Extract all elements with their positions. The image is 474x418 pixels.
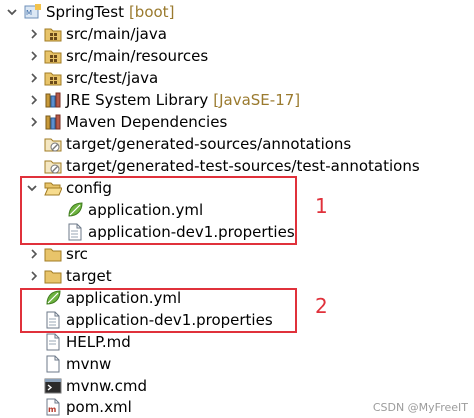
chevron-right-icon [31, 73, 38, 83]
project-node[interactable]: M SpringTest [boot] [24, 1, 174, 23]
annotation-box-2 [20, 288, 297, 333]
expand-toggle[interactable] [27, 27, 41, 41]
chevron-right-icon [31, 117, 38, 127]
library-icon [44, 113, 62, 131]
library-icon [44, 91, 62, 109]
chevron-right-icon [31, 95, 38, 105]
chevron-right-icon [31, 249, 38, 259]
tree-item-generated-test-sources[interactable]: target/generated-test-sources/test-annot… [44, 155, 420, 177]
chevron-right-icon [31, 51, 38, 61]
tree-item-maven-deps[interactable]: Maven Dependencies [44, 111, 227, 133]
tree-item-label: src/main/java [66, 25, 167, 43]
tree-item-src-main-resources[interactable]: src/main/resources [44, 45, 208, 67]
annotation-number-2: 2 [315, 294, 328, 318]
project-name: SpringTest [46, 3, 124, 21]
annotation-number-1: 1 [315, 194, 328, 218]
chevron-down-icon [7, 9, 17, 16]
annotation-box-1 [20, 176, 297, 245]
source-folder-icon [44, 25, 62, 43]
maven-pom-icon: m [44, 398, 62, 416]
file-icon [44, 355, 62, 373]
tree-item-label: target/generated-test-sources/test-annot… [66, 157, 420, 175]
tree-item-label: Maven Dependencies [66, 113, 228, 131]
markdown-file-icon [44, 333, 62, 351]
expand-toggle[interactable] [27, 247, 41, 261]
tree-item-label: target/generated-sources/annotations [66, 135, 352, 153]
tree-item-label: mvnw.cmd [66, 377, 148, 395]
chevron-right-icon [31, 271, 38, 281]
source-folder-icon [44, 47, 62, 65]
tree-item-label: src/test/java [66, 69, 159, 87]
expand-toggle[interactable] [27, 269, 41, 283]
tree-item-help-md[interactable]: HELP.md [44, 331, 131, 353]
tree-item-mvnw[interactable]: mvnw [44, 353, 111, 375]
jre-decoration: [JavaSE-17] [213, 91, 301, 109]
tree-item-label: src [66, 245, 88, 263]
expand-toggle[interactable] [27, 93, 41, 107]
tree-item-generated-sources[interactable]: target/generated-sources/annotations [44, 133, 351, 155]
empty-source-folder-icon [44, 157, 62, 175]
expand-toggle[interactable] [27, 115, 41, 129]
tree-item-mvnw-cmd[interactable]: mvnw.cmd [44, 375, 147, 397]
chevron-right-icon [31, 29, 38, 39]
svg-text:m: m [48, 405, 56, 414]
tree-item-src-test-java[interactable]: src/test/java [44, 67, 158, 89]
tree-item-label: HELP.md [66, 333, 131, 351]
source-folder-icon [44, 69, 62, 87]
folder-icon [44, 267, 62, 285]
tree-item-label: src/main/resources [66, 47, 209, 65]
expand-toggle[interactable] [27, 71, 41, 85]
tree-item-label: mvnw [66, 355, 112, 373]
watermark: CSDN @MyFreeIT [372, 401, 468, 414]
terminal-file-icon [44, 377, 62, 395]
project-icon: M [24, 3, 42, 21]
svg-text:M: M [26, 9, 32, 17]
tree-item-label: JRE System Library [66, 91, 209, 109]
tree-item-label: target [66, 267, 112, 285]
collapse-toggle[interactable] [5, 5, 19, 19]
empty-source-folder-icon [44, 135, 62, 153]
tree-item-src-main-java[interactable]: src/main/java [44, 23, 167, 45]
tree-item-target[interactable]: target [44, 265, 112, 287]
tree-item-label: pom.xml [66, 398, 132, 416]
tree-item-jre-library[interactable]: JRE System Library [JavaSE-17] [44, 89, 300, 111]
expand-toggle[interactable] [27, 49, 41, 63]
project-decoration: [boot] [128, 3, 175, 21]
folder-icon [44, 245, 62, 263]
tree-item-src[interactable]: src [44, 243, 88, 265]
tree-item-pom-xml[interactable]: m pom.xml [44, 396, 132, 418]
